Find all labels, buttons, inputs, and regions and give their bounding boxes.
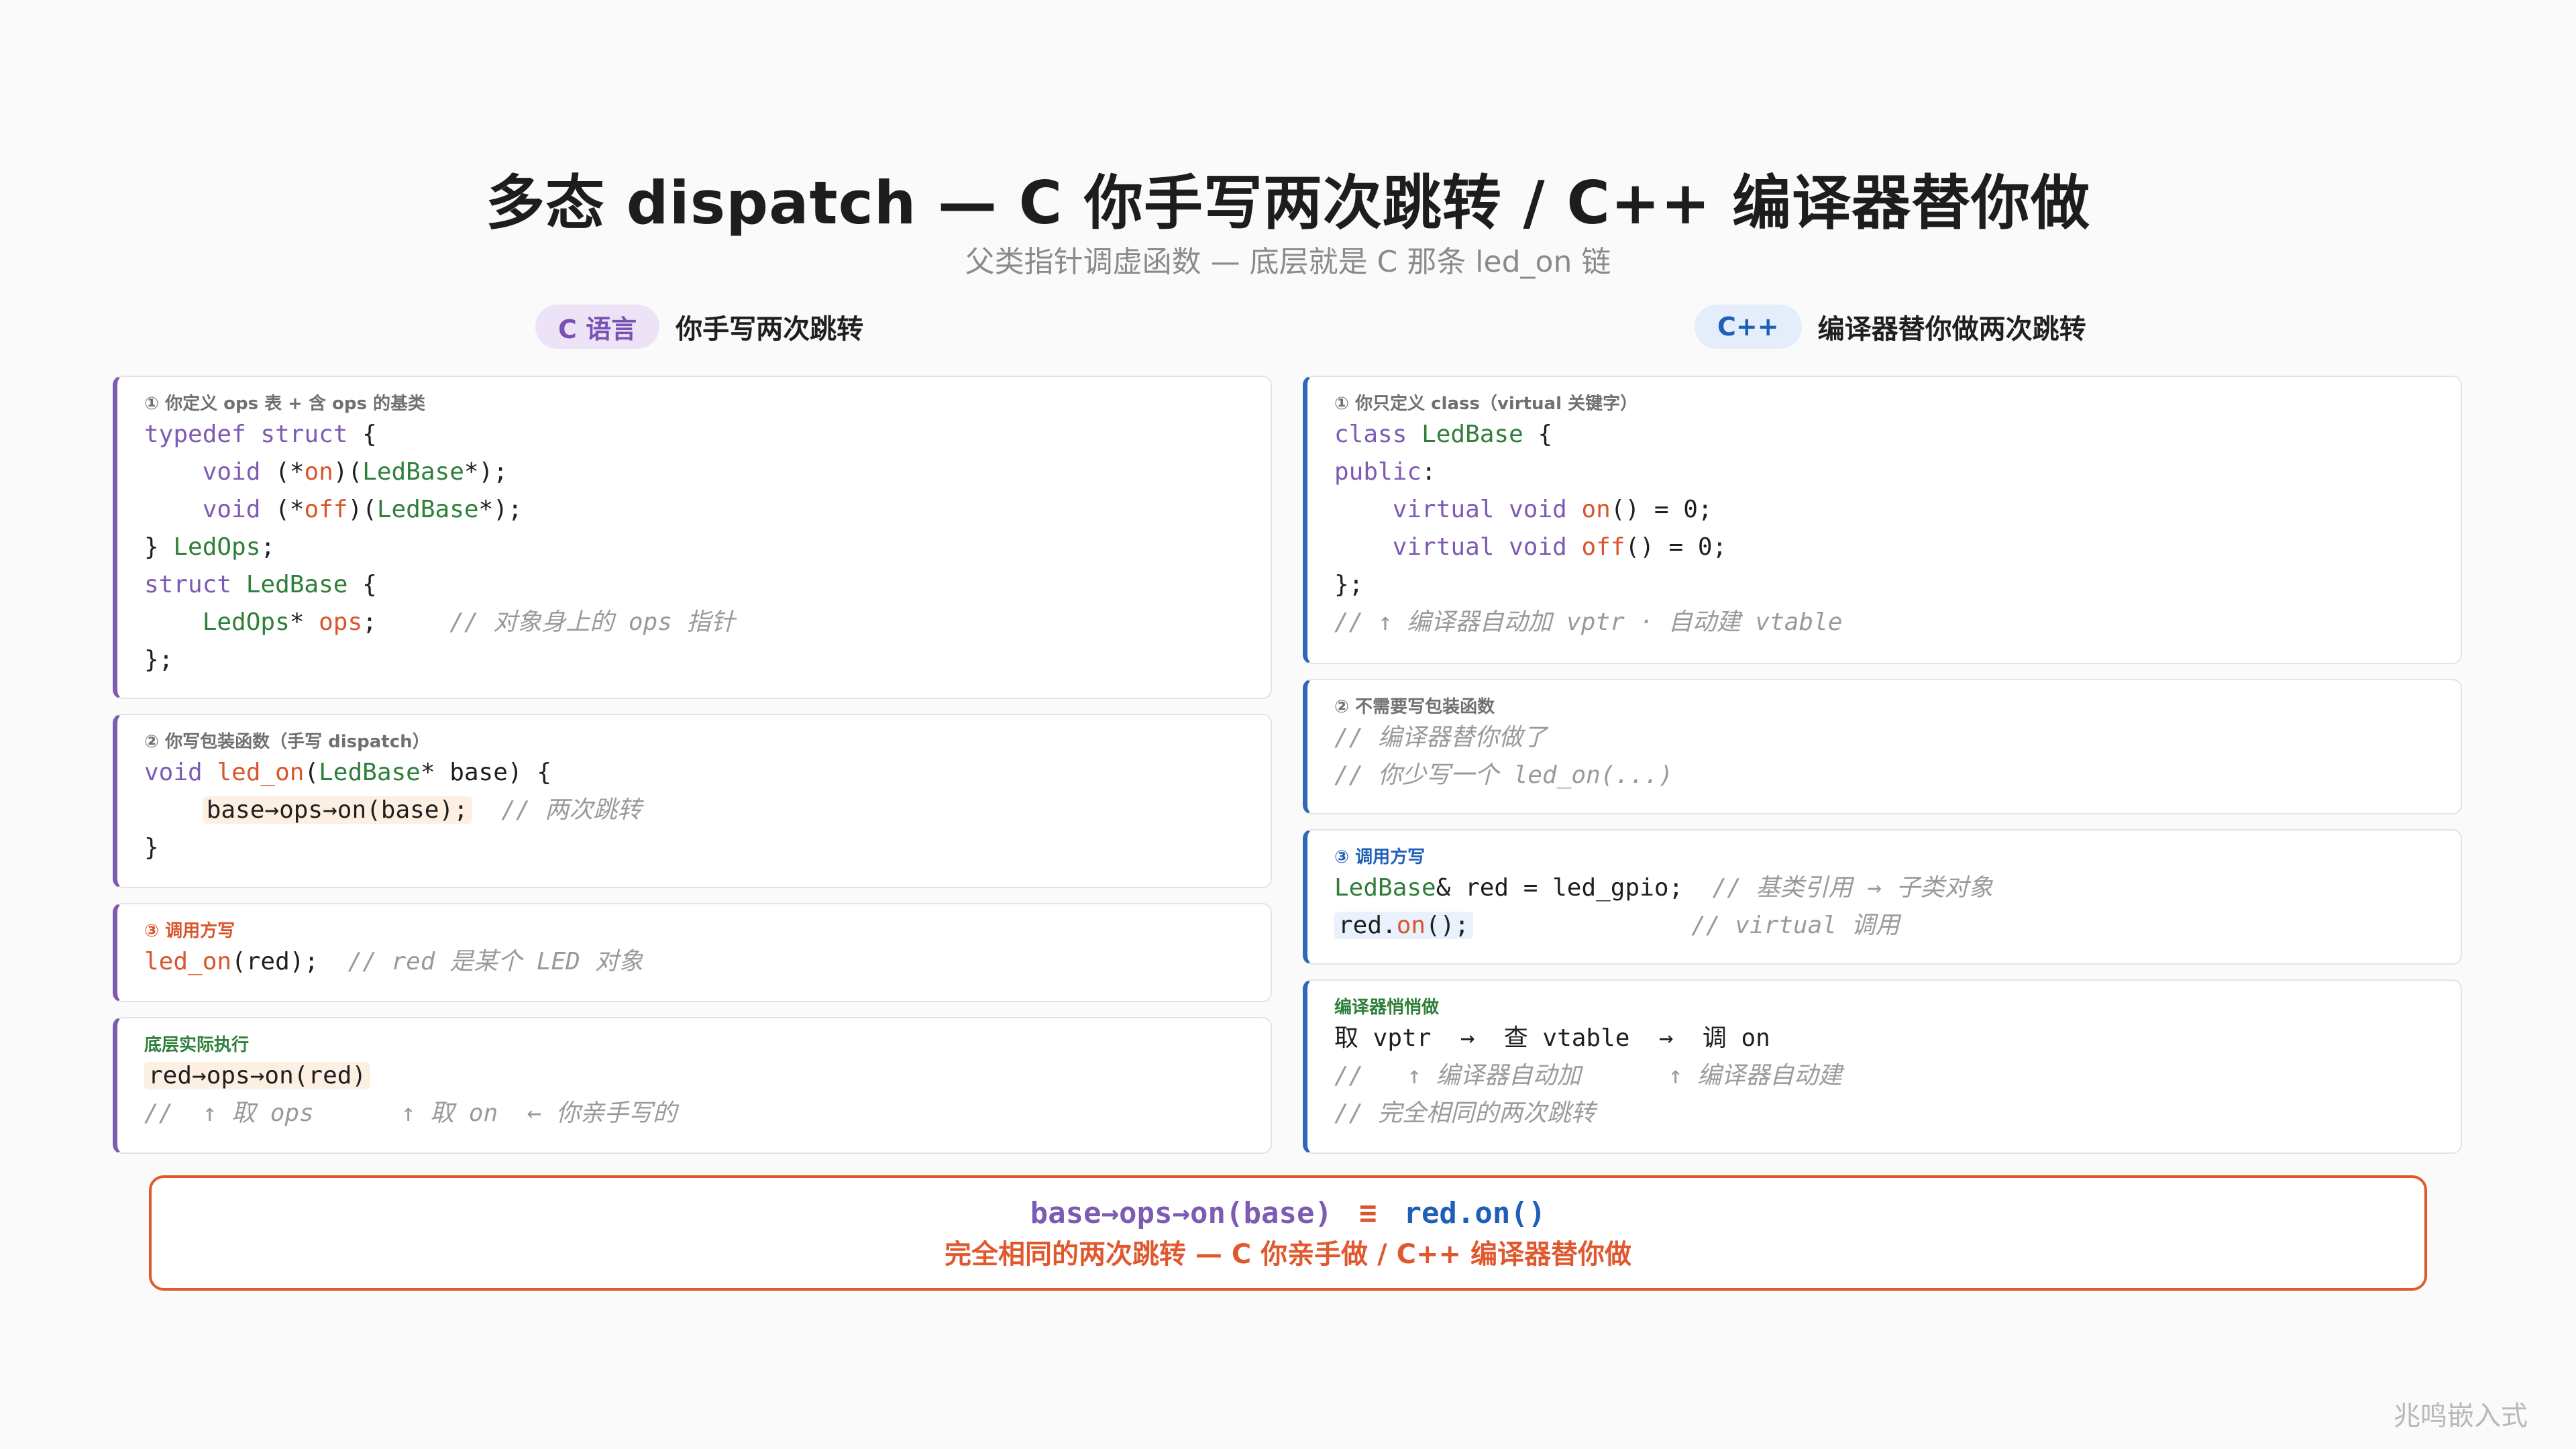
- left-column-label: 你手写两次跳转: [676, 314, 864, 345]
- code-block: // 编译器替你做了// 你少写一个 led_on(...): [1334, 724, 1674, 789]
- c-language-tag: C 语言: [535, 305, 660, 349]
- page-title: 多态 dispatch — C 你手写两次跳转 / C++ 编译器替你做: [485, 168, 2091, 237]
- code-block: void led_on(LedBase* base) { base→ops→on…: [144, 759, 642, 861]
- right-column-header: C++ 编译器替你做两次跳转: [1695, 303, 2086, 350]
- cpp-card-compiler: 编译器悄悄做 取 vptr → 查 vtable → 调 on// ↑ 编译器自…: [1303, 979, 2462, 1154]
- cpp-card-class: ① 你只定义 class（virtual 关键字） class LedBase …: [1303, 376, 2462, 664]
- card-label: ① 你只定义 class（virtual 关键字）: [1334, 394, 1638, 414]
- summary-c-expression: base→ops→on(base): [1030, 1196, 1332, 1230]
- cpp-card-caller: ③ 调用方写 LedBase& red = led_gpio; // 基类引用 …: [1303, 829, 2462, 965]
- watermark: 兆鸣嵌入式: [2394, 1401, 2528, 1432]
- card-label: ① 你定义 ops 表 + 含 ops 的基类: [144, 394, 426, 414]
- c-card-wrapper: ② 你写包装函数（手写 dispatch） void led_on(LedBas…: [113, 714, 1272, 888]
- code-block: typedef struct { void (*on)(LedBase*); v…: [144, 421, 735, 674]
- summary-cpp-expression: red.on(): [1403, 1196, 1546, 1230]
- c-card-actual-exec: 底层实际执行 red→ops→on(red)// ↑ 取 ops ↑ 取 on …: [113, 1017, 1272, 1154]
- card-label: ③ 调用方写: [144, 921, 235, 941]
- card-label: ③ 调用方写: [1334, 847, 1426, 867]
- left-column-header: C 语言 你手写两次跳转: [535, 303, 863, 350]
- summary-caption: 完全相同的两次跳转 — C 你亲手做 / C++ 编译器替你做: [945, 1239, 1631, 1270]
- cpp-language-tag: C++: [1695, 305, 1802, 349]
- code-block: 取 vptr → 查 vtable → 调 on// ↑ 编译器自动加 ↑ 编译…: [1334, 1024, 1843, 1127]
- card-label: 编译器悄悄做: [1334, 998, 1440, 1018]
- c-card-ops-table: ① 你定义 ops 表 + 含 ops 的基类 typedef struct {…: [113, 376, 1272, 699]
- c-card-caller: ③ 调用方写 led_on(red); // red 是某个 LED 对象: [113, 903, 1272, 1002]
- code-block: class LedBase {public: virtual void on()…: [1334, 421, 1843, 636]
- code-block: LedBase& red = led_gpio; // 基类引用 → 子类对象 r…: [1334, 874, 1993, 939]
- code-block: red→ops→on(red)// ↑ 取 ops ↑ 取 on ← 你亲手写的: [144, 1062, 677, 1127]
- summary-equation: base→ops→on(base) ≡ red.on(): [152, 1193, 2424, 1234]
- card-label: ② 你写包装函数（手写 dispatch）: [144, 732, 430, 752]
- summary-equals: ≡: [1358, 1196, 1377, 1230]
- page-subtitle: 父类指针调虚函数 — 底层就是 C 那条 led_on 链: [965, 245, 1611, 279]
- card-label: ② 不需要写包装函数: [1334, 697, 1495, 717]
- summary-box: base→ops→on(base) ≡ red.on() 完全相同的两次跳转 — C…: [149, 1175, 2427, 1291]
- code-block: led_on(red); // red 是某个 LED 对象: [144, 948, 643, 975]
- right-column-label: 编译器替你做两次跳转: [1817, 314, 2086, 345]
- card-label: 底层实际执行: [144, 1035, 250, 1055]
- cpp-card-no-wrapper: ② 不需要写包装函数 // 编译器替你做了// 你少写一个 led_on(...…: [1303, 679, 2462, 814]
